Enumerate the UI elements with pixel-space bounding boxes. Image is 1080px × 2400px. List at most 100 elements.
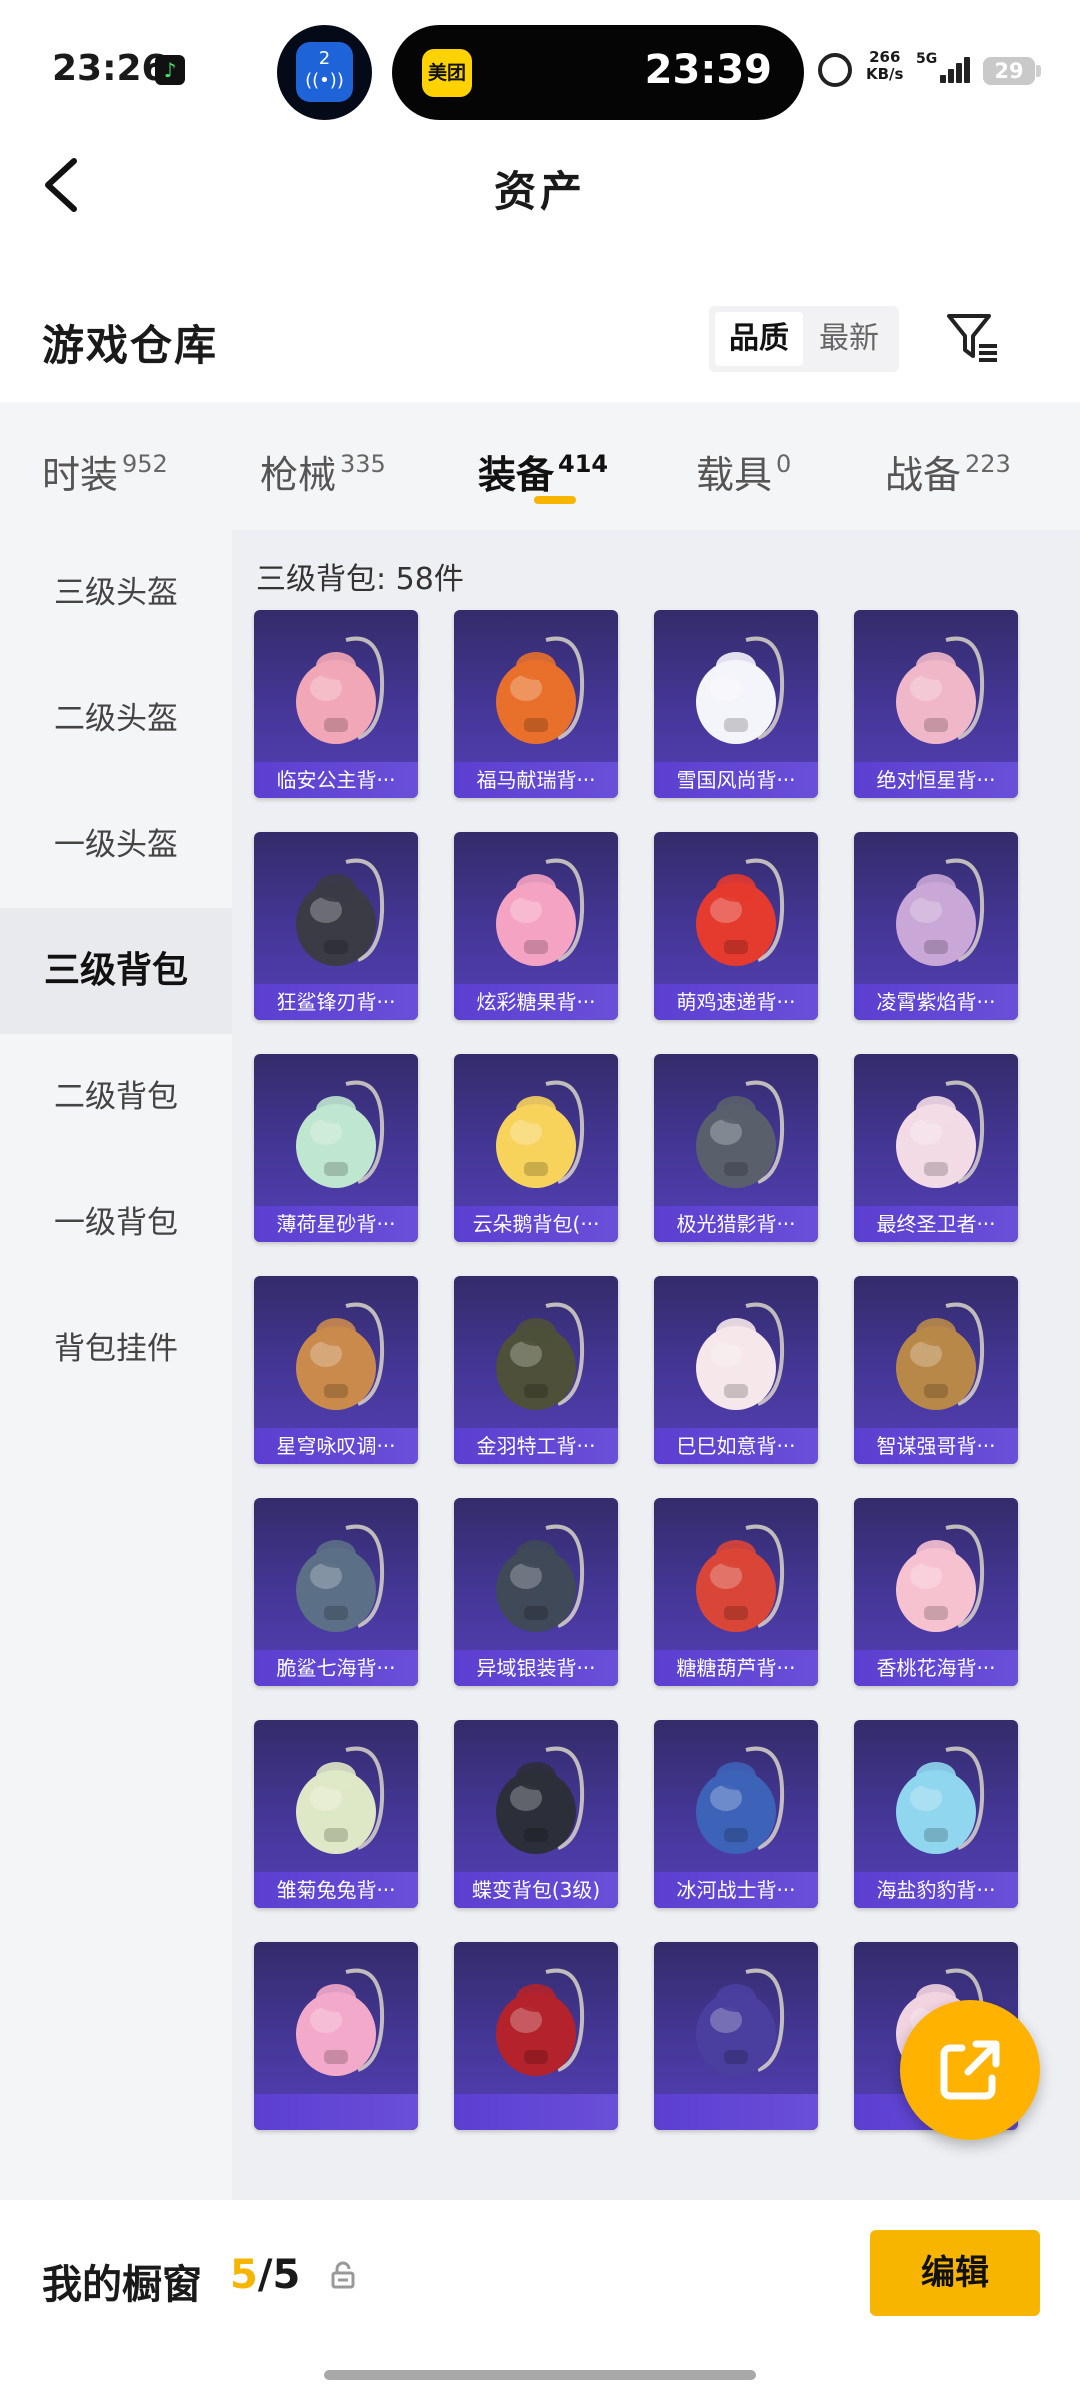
backpack-image: [896, 1080, 985, 1188]
app-root: 23:26 ♪ 2 ((•)) 美团 23:39 266 KB/s 5G 29: [0, 0, 1080, 2400]
tab-equipment[interactable]: 装备 414: [478, 444, 608, 499]
backpack-image: [696, 858, 785, 966]
backpack-item-card[interactable]: 薄荷星砂背···: [254, 1054, 418, 1242]
tab-fashion[interactable]: 时装 952: [42, 444, 168, 499]
backpack-item-card[interactable]: 金羽特工背···: [454, 1276, 618, 1464]
subcategory-sidebar: 三级头盔 二级头盔 一级头盔 三级背包 二级背包 一级背包 背包挂件: [0, 530, 232, 2200]
grid-count-header: 三级背包: 58件: [256, 562, 464, 597]
backpack-item-name: 金羽特工背···: [454, 1428, 618, 1464]
backpack-item-name: [454, 2094, 618, 2130]
backpack-image: [696, 1968, 785, 2076]
backpack-item-name: 蝶变背包(3级): [454, 1872, 618, 1908]
net-speed: 266 KB/s: [866, 49, 903, 83]
sidebar-item-backpack-1[interactable]: 一级背包: [0, 1160, 232, 1286]
sidebar-item-helmet-1[interactable]: 一级头盔: [0, 782, 232, 908]
tab-label: 枪械: [260, 453, 337, 497]
backpack-item-card[interactable]: 脆鲨七海背···: [254, 1498, 418, 1686]
tab-count: 414: [558, 450, 609, 478]
backpack-item-card[interactable]: 冰河战士背···: [654, 1720, 818, 1908]
backpack-item-name: 最终圣卫者···: [854, 1206, 1018, 1242]
backpack-image: [696, 1746, 785, 1854]
status-indicators: 266 KB/s 5G 29: [818, 45, 1058, 95]
tab-weapons[interactable]: 枪械 335: [260, 444, 386, 499]
tab-count: 952: [122, 450, 168, 478]
meituan-app-icon: 美团: [422, 49, 472, 97]
share-fab[interactable]: [900, 2000, 1040, 2140]
sidebar-item-helmet-3[interactable]: 三级头盔: [0, 530, 232, 656]
sidebar-item-helmet-2[interactable]: 二级头盔: [0, 656, 232, 782]
backpack-item-card[interactable]: 智谋强哥背···: [854, 1276, 1018, 1464]
backpack-item-name: 云朵鹅背包(···: [454, 1206, 618, 1242]
net-speed-unit: KB/s: [866, 65, 904, 83]
page-title: 资产: [493, 167, 586, 216]
backpack-image: [296, 636, 385, 744]
sidebar-item-backpack-charm[interactable]: 背包挂件: [0, 1286, 232, 1412]
backpack-image: [496, 636, 585, 744]
backpack-item-card[interactable]: 云朵鹅背包(···: [454, 1054, 618, 1242]
active-tab-indicator: [534, 496, 576, 504]
dynamic-island[interactable]: 美团 23:39: [392, 25, 804, 120]
tab-supplies[interactable]: 战备 223: [885, 444, 1011, 499]
sidebar-item-backpack-2[interactable]: 二级背包: [0, 1034, 232, 1160]
backpack-image: [296, 1524, 385, 1632]
backpack-image: [496, 1746, 585, 1854]
backpack-item-name: 绝对恒星背···: [854, 762, 1018, 798]
backpack-item-card[interactable]: 蝶变背包(3级): [454, 1720, 618, 1908]
backpack-item-card[interactable]: 巳巳如意背···: [654, 1276, 818, 1464]
backpack-image: [696, 636, 785, 744]
backpack-image: [696, 1302, 785, 1410]
backpack-item-card[interactable]: 糖糖葫芦背···: [654, 1498, 818, 1686]
showcase-label: 我的橱窗: [42, 2262, 202, 2308]
backpack-item-card[interactable]: 福马献瑞背···: [454, 610, 618, 798]
backpack-item-card[interactable]: 狂鲨锋刃背···: [254, 832, 418, 1020]
backpack-item-name: 糖糖葫芦背···: [654, 1650, 818, 1686]
sidebar-item-backpack-3[interactable]: 三级背包: [0, 908, 232, 1034]
status-bar: 23:26 ♪ 2 ((•)) 美团 23:39 266 KB/s 5G 29: [0, 0, 1080, 140]
backpack-item-card[interactable]: 香桃花海背···: [854, 1498, 1018, 1686]
backpack-item-name: 狂鲨锋刃背···: [254, 984, 418, 1020]
backpack-item-card[interactable]: 海盐豹豹背···: [854, 1720, 1018, 1908]
backpack-item-card[interactable]: 萌鸡速递背···: [654, 832, 818, 1020]
backpack-item-name: 雏菊兔兔背···: [254, 1872, 418, 1908]
backpack-image: [296, 1968, 385, 2076]
sort-newest-button[interactable]: 最新: [805, 312, 893, 366]
backpack-item-card[interactable]: 雏菊兔兔背···: [254, 1720, 418, 1908]
tab-count: 0: [776, 450, 792, 478]
tab-count: 335: [340, 450, 386, 478]
signal-bars-icon: [940, 53, 978, 83]
backpack-item-name: 脆鲨七海背···: [254, 1650, 418, 1686]
filter-icon[interactable]: [945, 312, 1001, 364]
backpack-image: [496, 1080, 585, 1188]
tab-vehicles[interactable]: 载具 0: [696, 444, 791, 499]
backpack-item-card[interactable]: 绝对恒星背···: [854, 610, 1018, 798]
backpack-item-card[interactable]: 临安公主背···: [254, 610, 418, 798]
home-indicator[interactable]: [324, 2370, 756, 2380]
backpack-image: [896, 858, 985, 966]
showcase-count-current: 5: [230, 2252, 258, 2298]
backpack-item-card[interactable]: 异域银装背···: [454, 1498, 618, 1686]
backpack-item-card[interactable]: [654, 1942, 818, 2130]
warehouse-title: 游戏仓库: [42, 321, 219, 370]
network-type: 5G: [916, 51, 938, 67]
showcase-count-total: /5: [257, 2252, 301, 2298]
sort-quality-button[interactable]: 品质: [715, 312, 803, 366]
backpack-item-card[interactable]: 最终圣卫者···: [854, 1054, 1018, 1242]
backpack-image: [296, 1746, 385, 1854]
broadcast-icon: 2 ((•)): [296, 42, 353, 102]
backpack-item-card[interactable]: 雪国风尚背···: [654, 610, 818, 798]
tab-label: 装备: [478, 453, 555, 497]
edit-button[interactable]: 编辑: [870, 2230, 1040, 2316]
signal-waves-glyph: ((•)): [305, 70, 344, 91]
music-app-icon: ♪: [155, 55, 185, 85]
backpack-item-card[interactable]: 星穹咏叹调···: [254, 1276, 418, 1464]
backpack-item-name: 极光猎影背···: [654, 1206, 818, 1242]
backpack-item-card[interactable]: [454, 1942, 618, 2130]
backpack-image: [896, 1746, 985, 1854]
backpack-item-card[interactable]: 极光猎影背···: [654, 1054, 818, 1242]
showcase-count: 5/5: [230, 2252, 300, 2298]
backpack-image: [296, 1080, 385, 1188]
backpack-item-card[interactable]: [254, 1942, 418, 2130]
floating-app-bubble[interactable]: 2 ((•)): [277, 25, 372, 120]
backpack-item-card[interactable]: 凌霄紫焰背···: [854, 832, 1018, 1020]
backpack-item-card[interactable]: 炫彩糖果背···: [454, 832, 618, 1020]
